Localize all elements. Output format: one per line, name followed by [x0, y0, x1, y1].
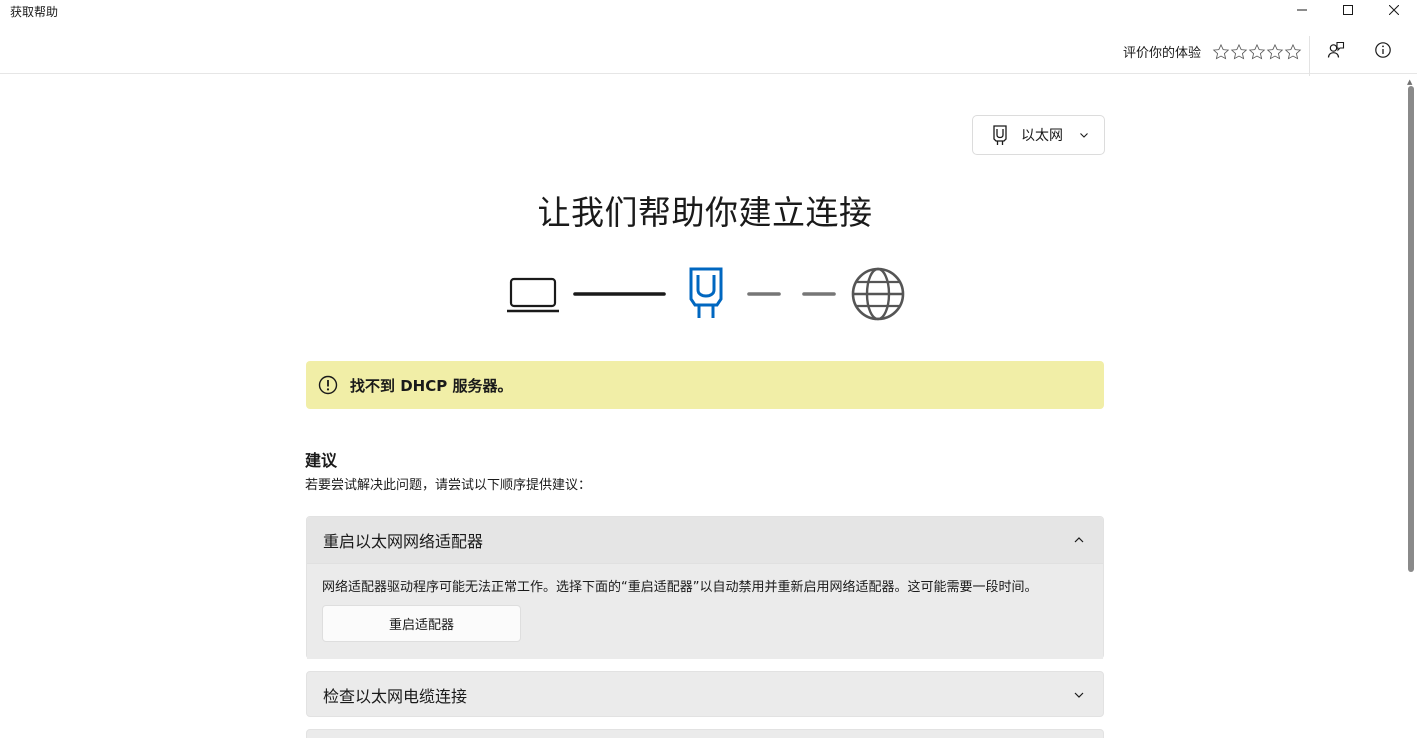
star-icon[interactable] — [1212, 43, 1230, 61]
network-adapter-label: 以太网 — [1021, 128, 1063, 144]
close-button[interactable] — [1371, 0, 1417, 20]
laptop-icon — [507, 277, 559, 313]
rating-stars — [1212, 43, 1302, 61]
star-icon[interactable] — [1248, 43, 1266, 61]
star-icon[interactable] — [1266, 43, 1284, 61]
expander-header[interactable]: 检查以太网电缆连接 — [307, 672, 1103, 718]
star-icon[interactable] — [1230, 43, 1248, 61]
restart-adapter-button[interactable]: 重启适配器 — [322, 605, 521, 642]
toolbar-divider — [1309, 36, 1310, 76]
header-toolbar: 评价你的体验 — [0, 22, 1417, 76]
close-icon — [1389, 5, 1399, 15]
ethernet-icon — [689, 267, 723, 318]
feedback-button[interactable] — [1326, 40, 1346, 60]
suggestions-heading: 建议 — [305, 451, 338, 470]
warning-icon — [318, 375, 338, 395]
expander-title: 检查以太网电缆连接 — [323, 687, 468, 706]
maximize-icon — [1343, 5, 1353, 15]
page-title: 让我们帮助你建立连接 — [537, 193, 873, 232]
suggestion-expander[interactable] — [306, 729, 1104, 738]
info-button[interactable] — [1373, 40, 1393, 60]
maximize-button[interactable] — [1325, 0, 1371, 20]
chevron-down-icon — [1080, 133, 1088, 138]
warning-message: 找不到 DHCP 服务器。 — [350, 376, 513, 395]
expander-body: 网络适配器驱动程序可能无法正常工作。选择下面的“重启适配器”以自动禁用并重新启用… — [307, 563, 1103, 659]
suggestions-subtitle: 若要尝试解决此问题，请尝试以下顺序提供建议： — [305, 478, 592, 493]
expander-title: 重启以太网网络适配器 — [323, 532, 484, 551]
expander-description: 网络适配器驱动程序可能无法正常工作。选择下面的“重启适配器”以自动禁用并重新启用… — [322, 580, 1038, 595]
chevron-up-icon — [1074, 537, 1084, 543]
suggestion-expander: 重启以太网网络适配器 网络适配器驱动程序可能无法正常工作。选择下面的“重启适配器… — [306, 516, 1104, 659]
suggestion-expander[interactable]: 检查以太网电缆连接 — [306, 671, 1104, 717]
feedback-icon — [1327, 41, 1345, 58]
warning-banner: 找不到 DHCP 服务器。 — [306, 361, 1104, 409]
star-icon[interactable] — [1284, 43, 1302, 61]
minimize-button[interactable] — [1279, 0, 1325, 20]
network-adapter-dropdown[interactable]: 以太网 — [972, 115, 1105, 155]
ethernet-icon — [993, 125, 1007, 145]
info-icon — [1375, 42, 1391, 58]
chevron-down-icon — [1074, 692, 1084, 698]
scroll-up-arrow[interactable]: ▲ — [1407, 78, 1412, 86]
app-title: 获取帮助 — [10, 5, 59, 19]
rate-experience-label: 评价你的体验 — [1123, 46, 1202, 61]
minimize-icon — [1297, 9, 1307, 11]
title-bar: 获取帮助 — [0, 0, 1417, 22]
vertical-scrollbar[interactable] — [1408, 86, 1414, 572]
globe-icon — [851, 267, 905, 321]
expander-header[interactable]: 重启以太网网络适配器 — [307, 517, 1103, 563]
connection-diagram — [507, 267, 905, 321]
